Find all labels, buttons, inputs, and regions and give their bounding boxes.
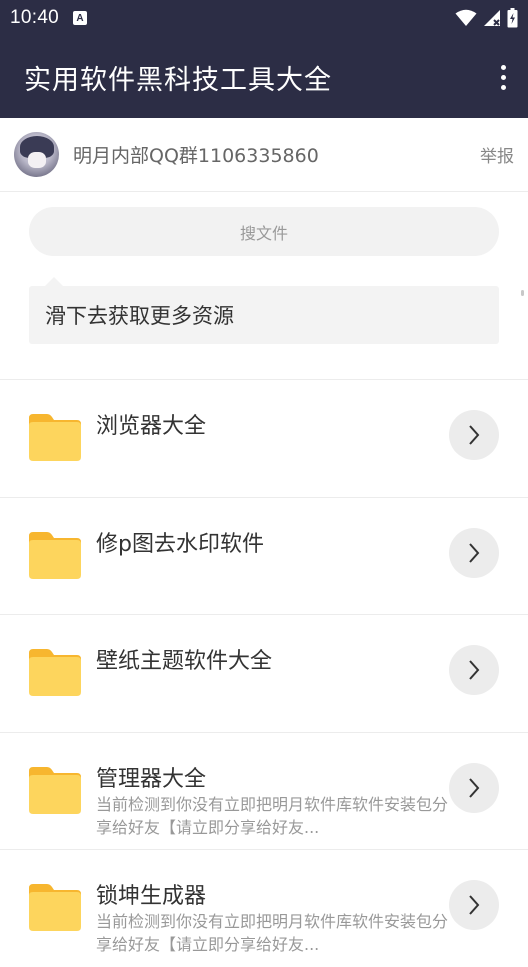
group-name[interactable]: 明月内部QQ群1106335860: [73, 141, 319, 168]
avatar[interactable]: [14, 132, 59, 177]
folder-item[interactable]: 修p图去水印软件: [0, 496, 528, 615]
folder-description: 当前检测到你没有立即把明月软件库软件安装包分享给好友【请立即分享给好友...: [96, 794, 449, 837]
folder-item[interactable]: 壁纸主题软件大全: [0, 614, 528, 732]
scrollbar[interactable]: [521, 290, 524, 296]
battery-icon: [507, 8, 518, 28]
folder-title: 壁纸主题软件大全: [96, 649, 273, 674]
wifi-icon: [455, 9, 477, 26]
app-bar: 实用软件黑科技工具大全: [0, 36, 528, 118]
folder-item[interactable]: 管理器大全 当前检测到你没有立即把明月软件库软件安装包分享给好友【请立即分享给好…: [0, 731, 528, 850]
folder-item[interactable]: 锁坤生成器 当前检测到你没有立即把明月软件库软件安装包分享给好友【请立即分享给好…: [0, 849, 528, 967]
open-folder-button[interactable]: [449, 645, 499, 695]
chevron-right-icon: [469, 895, 480, 915]
open-folder-button[interactable]: [449, 410, 499, 460]
notification-icon: A: [73, 11, 88, 25]
status-time: 10:40: [10, 7, 60, 28]
folder-icon: [29, 414, 81, 461]
folder-description: 当前检测到你没有立即把明月软件库软件安装包分享给好友【请立即分享给好友...: [96, 912, 449, 954]
open-folder-button[interactable]: [449, 880, 499, 930]
app-title: 实用软件黑科技工具大全: [24, 64, 332, 96]
folder-icon: [29, 766, 81, 814]
folder-title: 浏览器大全: [96, 414, 207, 439]
folder-title: 管理器大全: [96, 766, 207, 792]
folder-item[interactable]: 浏览器大全: [0, 379, 528, 497]
open-folder-button[interactable]: [449, 527, 499, 578]
report-link[interactable]: 举报: [480, 142, 514, 167]
chevron-right-icon: [469, 542, 480, 563]
chevron-right-icon: [469, 777, 480, 798]
folder-icon: [29, 531, 81, 579]
status-bar: 10:40 A: [0, 0, 528, 36]
open-folder-button[interactable]: [449, 762, 499, 813]
folder-icon: [29, 649, 81, 696]
folder-title: 修p图去水印软件: [96, 531, 264, 557]
hint-banner: 滑下去获取更多资源: [29, 277, 499, 344]
chevron-right-icon: [469, 660, 480, 680]
more-vertical-icon[interactable]: [501, 64, 506, 90]
folder-icon: [29, 884, 81, 931]
chevron-right-icon: [469, 425, 480, 445]
search-input[interactable]: 搜文件: [29, 207, 499, 256]
folder-title: 锁坤生成器: [96, 884, 207, 909]
folder-list: 浏览器大全 修p图去水印软件 壁纸主题软件大全 管理器大全 当前检测到你没有立即…: [0, 379, 528, 967]
cellular-signal-icon: [484, 10, 500, 26]
owner-row: 明月内部QQ群1106335860 举报: [0, 118, 528, 192]
